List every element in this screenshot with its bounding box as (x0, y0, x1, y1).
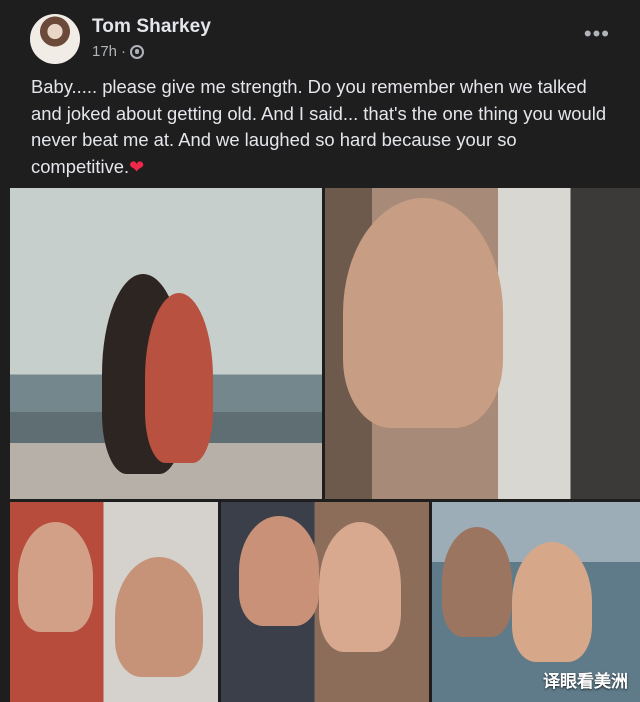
author-name[interactable]: Tom Sharkey (92, 16, 211, 38)
photo-couple-lake[interactable] (10, 188, 322, 499)
photo-subject (319, 522, 401, 652)
watermark: 译眼看美洲 (543, 672, 628, 692)
author-avatar[interactable] (30, 14, 80, 64)
photo-selfie-woman[interactable] (325, 188, 640, 499)
more-options-button[interactable]: ••• (584, 23, 610, 45)
post-timestamp[interactable]: 17h (92, 43, 117, 60)
post-header: Tom Sharkey 17h · ••• (0, 0, 640, 70)
photo-subject (343, 198, 503, 428)
photo-subject (512, 542, 592, 662)
photo-subject (115, 557, 203, 677)
post-meta: 17h · (92, 43, 145, 60)
meta-separator: · (121, 43, 127, 60)
photo-subject (145, 293, 213, 463)
post-text: Baby..... please give me strength. Do yo… (31, 74, 616, 180)
photo-couple-smiling[interactable] (221, 502, 429, 702)
post-body: Baby..... please give me strength. Do yo… (31, 76, 607, 177)
globe-icon (130, 44, 145, 59)
facebook-post: Tom Sharkey 17h · ••• Baby..... please g… (0, 0, 640, 702)
photo-grid: 译眼看美洲 (10, 188, 640, 702)
photo-subject (442, 527, 512, 637)
photo-couple-sunglasses[interactable] (10, 502, 218, 702)
photo-subject (239, 516, 319, 626)
heart-emoji: ❤ (129, 156, 145, 177)
photo-subject (18, 522, 93, 632)
